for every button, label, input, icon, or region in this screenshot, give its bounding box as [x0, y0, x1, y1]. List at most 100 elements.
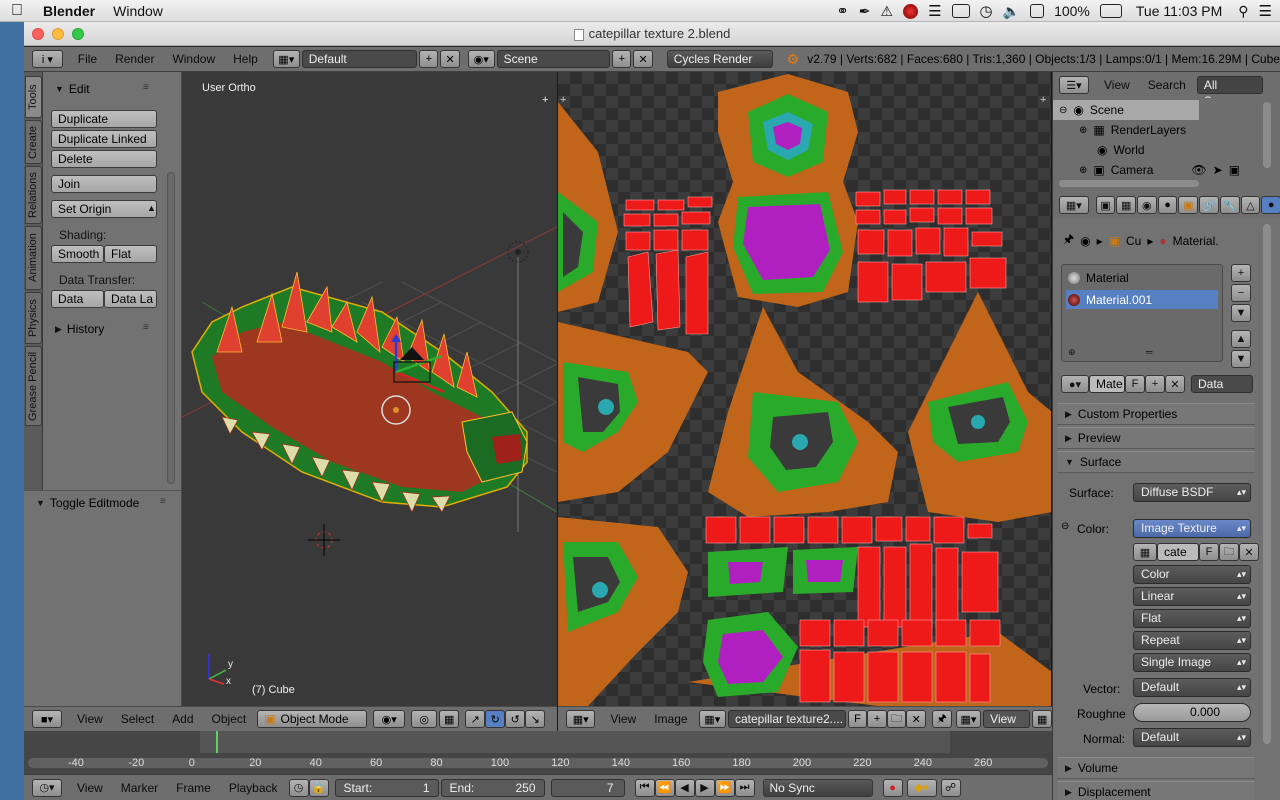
delete-button[interactable]: Delete — [51, 150, 157, 168]
preview-range-icon[interactable]: ◷ — [288, 778, 309, 797]
minimize-window-button[interactable] — [52, 28, 64, 40]
visibility-eye-icon[interactable]: 👁 — [1191, 163, 1206, 177]
tab-grease-pencil[interactable]: Grease Pencil — [25, 346, 42, 426]
object-menu-3d[interactable]: Object — [203, 712, 256, 726]
notification-icon[interactable]: ☰ — [1259, 2, 1272, 20]
app-menu[interactable]: Blender — [34, 3, 104, 19]
resize-grip-icon[interactable]: ═ — [1146, 347, 1152, 357]
object-tab-icon[interactable]: ▣ — [1178, 196, 1199, 214]
outliner-item-scene[interactable]: ⊖ ◉ Scene — [1053, 100, 1199, 120]
help-menu[interactable]: Help — [224, 52, 267, 66]
clock[interactable]: Tue 11:03 PM — [1136, 3, 1222, 19]
add-material-slot-icon[interactable]: + — [1231, 264, 1251, 282]
preview-panel[interactable]: ▶ Preview — [1057, 427, 1255, 449]
record-keyframe-icon[interactable]: ● — [882, 778, 903, 797]
unlink-material-icon[interactable]: ✕ — [1165, 375, 1185, 393]
color-link-icon[interactable]: ⊖ — [1061, 521, 1069, 532]
frame-menu[interactable]: Frame — [167, 781, 220, 795]
scale-icon[interactable]: ↺ — [505, 710, 526, 728]
normal-input-select[interactable]: Default ▴▾ — [1133, 728, 1251, 747]
interpolation-select[interactable]: Linear ▴▾ — [1133, 587, 1251, 606]
zoom-window-button[interactable] — [72, 28, 84, 40]
play-reverse-icon[interactable]: ◀ — [674, 778, 695, 797]
unlink-image-tex-icon[interactable]: ✕ — [1239, 543, 1259, 561]
constraints-tab-icon[interactable]: 🔗 — [1199, 196, 1219, 214]
open-image-tex-icon[interactable]: 🗀 — [1219, 543, 1239, 561]
scene-tab-icon[interactable]: ◉ — [1137, 196, 1157, 214]
join-button[interactable]: Join — [51, 175, 157, 193]
image-source-select[interactable]: Single Image ▴▾ — [1133, 653, 1251, 672]
editor-type-image-icon[interactable]: ▦▾ — [566, 710, 596, 728]
marker-menu[interactable]: Marker — [112, 781, 167, 795]
play-icon[interactable]: ▶ — [694, 778, 715, 797]
set-origin-select[interactable]: Set Origin — [51, 200, 157, 218]
data-tab-icon[interactable]: △ — [1240, 196, 1261, 214]
scene-field[interactable]: Scene — [496, 50, 611, 68]
tab-create[interactable]: Create — [25, 120, 42, 164]
properties-scrollbar[interactable] — [1263, 224, 1271, 744]
color-space-select[interactable]: Color ▴▾ — [1133, 565, 1251, 584]
open-image-icon[interactable]: 🗀 — [886, 710, 907, 728]
view-menu-timeline[interactable]: View — [68, 781, 112, 795]
render-camera-icon[interactable]: ▣ — [1229, 163, 1240, 177]
tab-physics[interactable]: Physics — [25, 292, 42, 344]
jump-start-icon[interactable]: ⏮ — [634, 778, 655, 797]
sync-mode-select[interactable]: No Sync — [762, 778, 873, 797]
roughness-slider[interactable]: 0.000 — [1133, 703, 1251, 722]
playback-menu[interactable]: Playback — [220, 781, 287, 795]
view-mode-select[interactable]: View — [983, 710, 1031, 728]
material-specials-icon[interactable]: ▼ — [1231, 304, 1251, 322]
displacement-panel[interactable]: ▶ Displacement — [1057, 781, 1255, 800]
remove-layout-icon[interactable]: ✕ — [440, 50, 460, 68]
keyboard-icon[interactable] — [951, 4, 970, 18]
add-item-icon[interactable]: ⊕ — [1068, 347, 1076, 358]
material-link-select[interactable]: Data — [1191, 375, 1253, 393]
duplicate-linked-button[interactable]: Duplicate Linked — [51, 130, 157, 148]
close-window-button[interactable] — [32, 28, 44, 40]
projection-select[interactable]: Flat ▴▾ — [1133, 609, 1251, 628]
render-menu[interactable]: Render — [106, 52, 163, 66]
remove-material-slot-icon[interactable]: − — [1231, 284, 1251, 302]
material-slot[interactable]: Material — [1068, 271, 1129, 285]
editor-type-3d-icon[interactable]: ■▾ — [32, 710, 62, 728]
creative-cloud-icon[interactable]: ⚭ — [836, 2, 849, 20]
view-menu-image[interactable]: View — [601, 712, 645, 726]
layout-field[interactable]: Default — [301, 50, 418, 68]
warning-icon[interactable]: ⚠ — [881, 3, 894, 20]
jump-end-icon[interactable]: ⏭ — [734, 778, 755, 797]
tab-tools[interactable]: Tools — [25, 76, 42, 118]
browse-image-icon[interactable]: ▦▾ — [698, 710, 726, 728]
editor-type-timeline-icon[interactable]: ◷▾ — [32, 778, 62, 797]
new-image-icon[interactable]: + — [867, 710, 887, 728]
mode-select[interactable]: ▣ Object Mode — [257, 710, 368, 728]
extension-select[interactable]: Repeat ▴▾ — [1133, 631, 1251, 650]
scene-icon[interactable]: ◉▾ — [467, 50, 495, 68]
pin-image-icon[interactable]: 🖈 — [932, 710, 952, 728]
outliner-item-renderlayers[interactable]: ⊕ ▦ RenderLayers — [1053, 120, 1263, 140]
3d-viewport[interactable]: User Ortho + y x (7) Cube — [182, 72, 557, 706]
window-menu-blender[interactable]: Window — [163, 52, 224, 66]
material-slot-active[interactable]: Material.001 — [1066, 290, 1218, 309]
move-slot-up-icon[interactable]: ▲ — [1231, 330, 1251, 348]
fake-user-button[interactable]: F — [847, 710, 868, 728]
editor-type-outliner-icon[interactable]: ☰▾ — [1059, 76, 1089, 94]
collapse-icon[interactable]: ⊖ — [1059, 105, 1067, 116]
outliner-item-camera[interactable]: ⊕ ▣ Camera 👁 ➤ ▣ — [1053, 160, 1263, 180]
render-layers-tab-icon[interactable]: ▦ — [1116, 196, 1136, 214]
rotate-icon[interactable]: ↻ — [485, 710, 506, 728]
panel-grip-icon[interactable]: ≡ — [143, 322, 149, 333]
outliner-view-menu[interactable]: View — [1095, 78, 1139, 92]
tab-relations[interactable]: Relations — [25, 166, 42, 224]
new-material-icon[interactable]: + — [1145, 375, 1165, 393]
browse-material-icon[interactable]: ●▾ — [1061, 375, 1089, 393]
feather-icon[interactable]: ✒ — [859, 3, 871, 20]
remove-scene-icon[interactable]: ✕ — [633, 50, 653, 68]
data-button[interactable]: Data — [51, 290, 104, 308]
move-slot-down-icon[interactable]: ▼ — [1231, 350, 1251, 368]
add-layout-icon[interactable]: + — [419, 50, 439, 68]
browse-image-tex-icon[interactable]: ▦ — [1133, 543, 1157, 561]
current-frame-field[interactable]: 7 — [550, 778, 625, 797]
expand-icon[interactable]: ⊕ — [1079, 125, 1087, 136]
select-menu-3d[interactable]: Select — [112, 712, 163, 726]
surface-panel[interactable]: ▼ Surface — [1057, 451, 1255, 473]
